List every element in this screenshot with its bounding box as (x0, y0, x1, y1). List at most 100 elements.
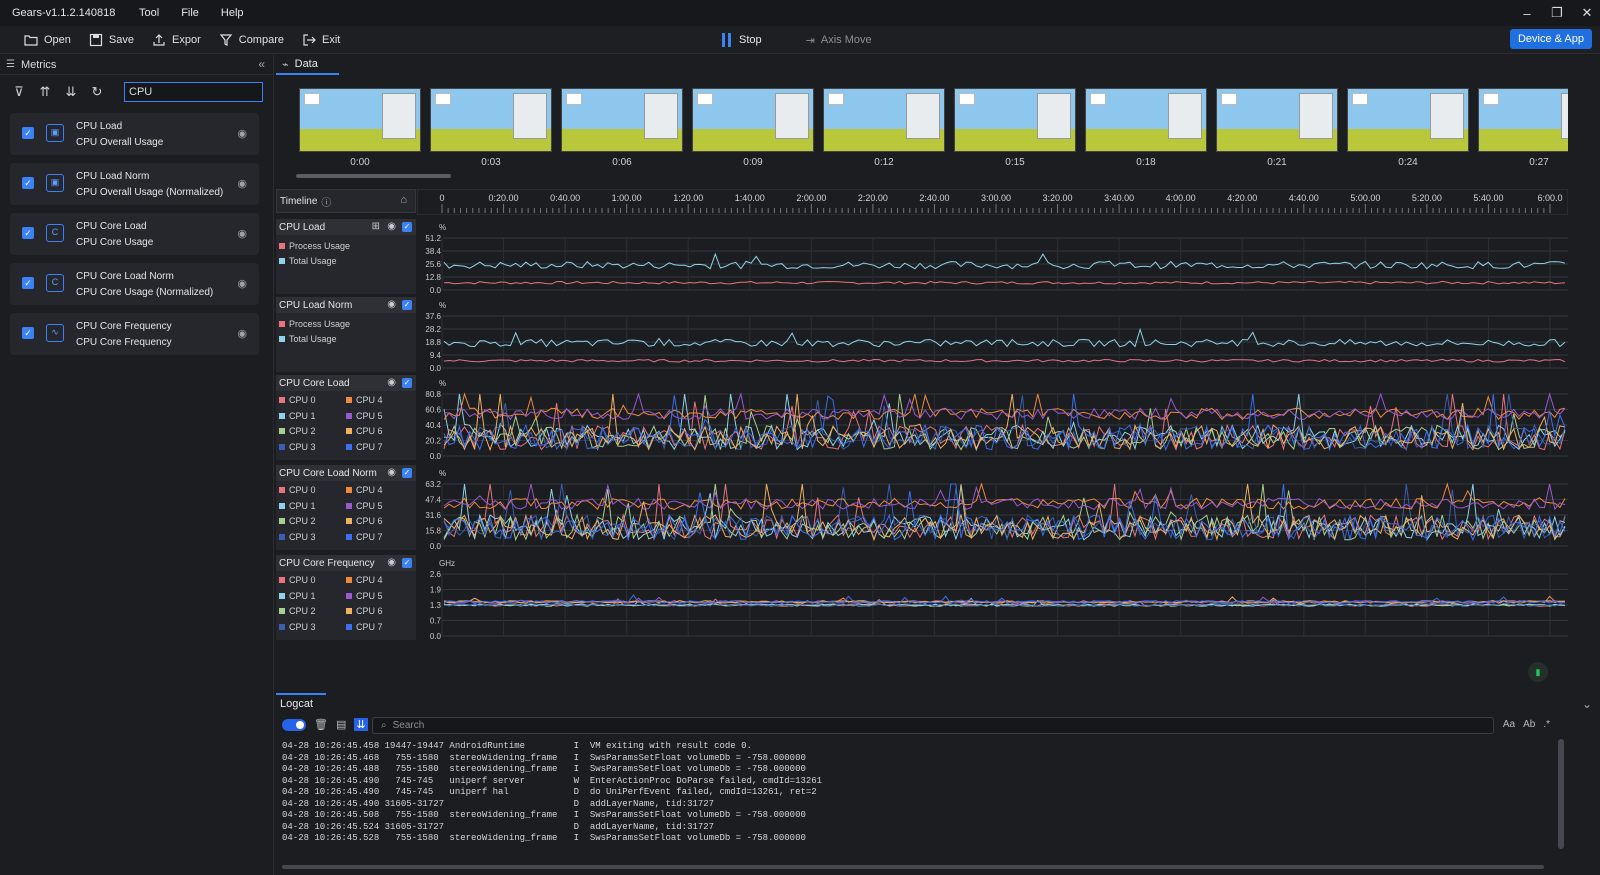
phone-icon[interactable]: ▮ (1528, 662, 1548, 682)
exit-button[interactable]: Exit (302, 33, 340, 47)
checkbox-checked[interactable]: ✓ (22, 227, 34, 239)
regex-icon[interactable]: .* (1543, 719, 1550, 730)
screenshot-thumbnail[interactable] (823, 88, 945, 152)
legend-item[interactable]: CPU 5 (346, 501, 383, 511)
metric-chart[interactable]: % 63.2 47.4 31.6 15.8 0.0 (417, 465, 1568, 550)
screenshot-thumbnail[interactable] (1478, 88, 1568, 152)
eye-icon[interactable]: ◉ (237, 277, 247, 290)
add-icon[interactable]: ⊞ (372, 221, 380, 232)
eye-icon[interactable]: ◉ (387, 221, 396, 232)
sort-descending-icon[interactable]: ⇊ (64, 84, 78, 100)
screenshot-thumbnail[interactable] (299, 88, 421, 152)
timeline-axis[interactable]: 0 0:20.00 0:40.00 1:00.00 1:20.00 1:40.00 2:00… (417, 189, 1568, 215)
tag-icon[interactable]: ⌂ (400, 194, 407, 206)
menu-tool[interactable]: Tool (139, 7, 159, 19)
collapse-down-icon[interactable]: ⌄ (1582, 697, 1592, 711)
legend-item[interactable]: Process Usage (279, 241, 350, 251)
metric-chart[interactable]: % 80.8 60.6 40.4 20.2 0.0 (417, 375, 1568, 460)
checkbox-checked[interactable]: ✓ (402, 558, 412, 568)
compare-button[interactable]: Compare (219, 33, 284, 47)
metric-card-cpu-core-load[interactable]: ✓ C CPU Core Load CPU Core Usage ◉ (10, 213, 259, 255)
metric-chart[interactable]: % 51.2 38.4 25.6 12.8 0.0 (417, 219, 1568, 294)
log-search-field[interactable]: ⌕ Search (372, 717, 1494, 734)
eye-icon[interactable]: ◉ (387, 377, 396, 388)
axis-move-button[interactable]: ⇥ Axis Move (806, 34, 872, 47)
legend-item[interactable]: CPU 0 (279, 575, 316, 585)
sort-ascending-icon[interactable]: ⇈ (38, 84, 52, 100)
metric-card-cpu-load[interactable]: ✓ ▣ CPU Load CPU Overall Usage ◉ (10, 113, 259, 155)
screenshot-thumbnail[interactable] (692, 88, 814, 152)
screenshot-strip[interactable]: 0:00 0:03 0:06 0:09 0:12 0:15 0:18 0:21 0:24 0:27 (296, 86, 1568, 172)
logcat-toggle[interactable] (282, 718, 306, 731)
stop-button[interactable]: Stop (722, 33, 762, 47)
legend-item[interactable]: CPU 3 (279, 442, 316, 452)
legend-item[interactable]: CPU 1 (279, 411, 316, 421)
screenshot-thumbnail[interactable] (430, 88, 552, 152)
legend-item[interactable]: CPU 5 (346, 411, 383, 421)
eye-icon[interactable]: ◉ (387, 467, 396, 478)
whole-word-icon[interactable]: Ab (1523, 719, 1535, 730)
open-button[interactable]: Open (24, 33, 71, 47)
legend-item[interactable]: Process Usage (279, 319, 350, 329)
legend-item[interactable]: CPU 7 (346, 622, 383, 632)
screenshot-thumbnail[interactable] (561, 88, 683, 152)
metric-card-cpu-load-norm[interactable]: ✓ ▣ CPU Load Norm CPU Overall Usage (Nor… (10, 163, 259, 205)
legend-item[interactable]: CPU 2 (279, 516, 316, 526)
minimize-icon[interactable]: – (1520, 6, 1534, 21)
legend-item[interactable]: CPU 4 (346, 395, 383, 405)
metric-card-cpu-core-load-norm[interactable]: ✓ C CPU Core Load Norm CPU Core Usage (N… (10, 263, 259, 305)
legend-item[interactable]: CPU 7 (346, 442, 383, 452)
legend-item[interactable]: CPU 6 (346, 606, 383, 616)
save-button[interactable]: Save (89, 33, 134, 47)
clear-icon[interactable]: 🗑 (314, 718, 328, 731)
screenshot-thumbnail[interactable] (1216, 88, 1338, 152)
metric-chart[interactable]: GHz 2.6 1.9 1.3 0.7 0.0 (417, 555, 1568, 640)
legend-item[interactable]: CPU 4 (346, 575, 383, 585)
legend-item[interactable]: CPU 0 (279, 485, 316, 495)
legend-item[interactable]: CPU 7 (346, 532, 383, 542)
scroll-to-end-icon[interactable]: ⇊ (354, 718, 368, 731)
checkbox-checked[interactable]: ✓ (22, 327, 34, 339)
menu-help[interactable]: Help (221, 7, 244, 19)
legend-item[interactable]: Total Usage (279, 334, 337, 344)
legend-item[interactable]: CPU 1 (279, 501, 316, 511)
metric-card-cpu-core-frequency[interactable]: ✓ ∿ CPU Core Frequency CPU Core Frequenc… (10, 313, 259, 355)
legend-item[interactable]: CPU 6 (346, 426, 383, 436)
tab-data[interactable]: ⌁ Data (276, 55, 339, 75)
screenshot-thumbnail[interactable] (1347, 88, 1469, 152)
log-scrollbar[interactable] (1558, 739, 1564, 849)
checkbox-checked[interactable]: ✓ (22, 277, 34, 289)
screenshot-thumbnail[interactable] (1085, 88, 1207, 152)
checkbox-checked[interactable]: ✓ (402, 300, 412, 310)
eye-icon[interactable]: ◉ (237, 177, 247, 190)
checkbox-checked[interactable]: ✓ (22, 127, 34, 139)
legend-item[interactable]: CPU 2 (279, 426, 316, 436)
refresh-icon[interactable]: ↻ (90, 84, 104, 100)
info-icon[interactable]: ⓘ (321, 194, 331, 209)
menu-file[interactable]: File (181, 7, 199, 19)
tab-logcat[interactable]: Logcat (276, 693, 326, 713)
eye-icon[interactable]: ◉ (387, 557, 396, 568)
collapse-left-icon[interactable]: « (258, 57, 265, 71)
legend-item[interactable]: CPU 3 (279, 532, 316, 542)
legend-item[interactable]: CPU 2 (279, 606, 316, 616)
eye-icon[interactable]: ◉ (237, 327, 247, 340)
close-icon[interactable]: ✕ (1580, 5, 1594, 21)
legend-item[interactable]: Total Usage (279, 256, 337, 266)
checkbox-checked[interactable]: ✓ (402, 468, 412, 478)
metrics-search-input[interactable] (124, 82, 263, 102)
log-hscrollbar[interactable] (282, 865, 1544, 869)
legend-item[interactable]: CPU 1 (279, 591, 316, 601)
device-app-button[interactable]: Device & App (1509, 29, 1592, 49)
screenshot-thumbnail[interactable] (954, 88, 1076, 152)
eye-icon[interactable]: ◉ (237, 227, 247, 240)
legend-item[interactable]: CPU 3 (279, 622, 316, 632)
checkbox-checked[interactable]: ✓ (22, 177, 34, 189)
save-log-icon[interactable]: ▤ (336, 718, 346, 731)
match-case-icon[interactable]: Aa (1503, 719, 1515, 730)
strip-scrollbar[interactable] (296, 174, 451, 178)
export-button[interactable]: Expor (152, 33, 201, 47)
metric-chart[interactable]: % 37.6 28.2 18.8 9.4 0.0 (417, 297, 1568, 372)
eye-icon[interactable]: ◉ (237, 127, 247, 140)
eye-icon[interactable]: ◉ (387, 299, 396, 310)
